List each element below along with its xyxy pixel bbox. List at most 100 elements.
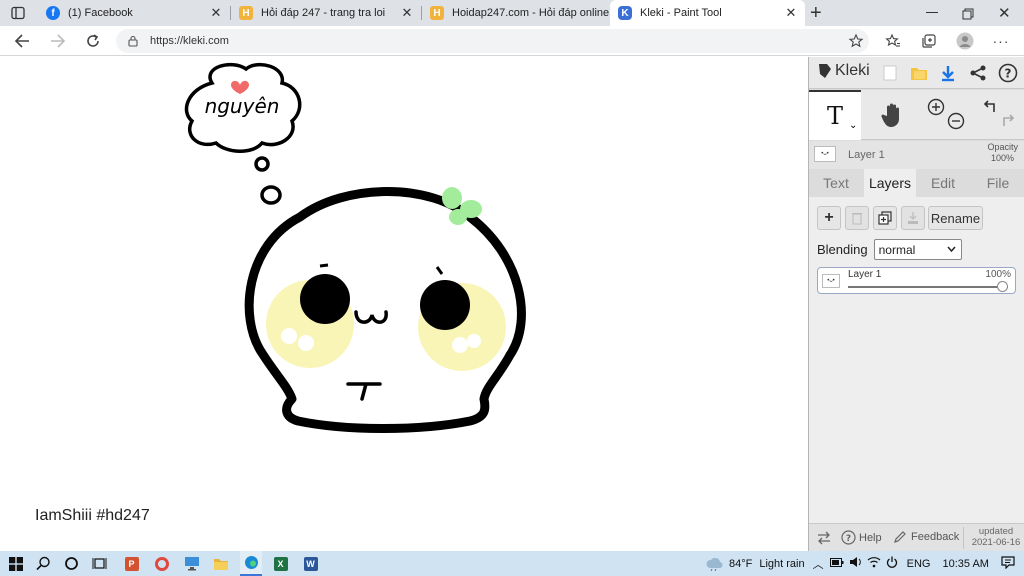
edge-browser-icon[interactable]	[240, 551, 262, 576]
new-tab-button[interactable]: +	[810, 2, 822, 25]
thought-dot	[260, 185, 282, 205]
text-tool-button[interactable]: T ⌄	[809, 90, 861, 140]
layer-opacity-slider[interactable]	[848, 281, 1008, 292]
clock-time[interactable]: 10:35 AM	[942, 558, 988, 570]
merge-layer-button[interactable]	[901, 206, 925, 230]
help-label: Help	[859, 531, 882, 544]
language-indicator[interactable]: ENG	[907, 558, 931, 570]
tab-edit[interactable]: Edit	[917, 169, 969, 197]
windows-start-icon[interactable]	[7, 555, 24, 572]
collections-icon[interactable]	[918, 30, 940, 52]
layers-panel: + Rename Blending normal •ᴗ• Layer 1 100…	[809, 197, 1024, 523]
zoom-in-icon[interactable]	[927, 98, 945, 116]
tab-file[interactable]: File	[971, 169, 1024, 197]
power-icon[interactable]	[886, 556, 898, 571]
app-icon[interactable]	[153, 555, 170, 572]
minimize-icon[interactable]	[926, 12, 938, 13]
close-tab-icon[interactable]: ✕	[208, 5, 224, 21]
speaker-icon[interactable]	[849, 556, 862, 571]
layer-item-thumbnail: •ᴗ•	[822, 274, 840, 288]
add-layer-button[interactable]: +	[817, 206, 841, 230]
undo-icon[interactable]	[981, 98, 999, 116]
swap-sides-icon[interactable]	[817, 531, 831, 545]
wifi-icon[interactable]	[867, 556, 881, 571]
powerpoint-icon[interactable]: P	[123, 555, 140, 572]
favorites-icon[interactable]	[882, 30, 904, 52]
rename-layer-button[interactable]: Rename	[928, 206, 983, 230]
excel-icon[interactable]: X	[272, 555, 289, 572]
weather-desc[interactable]: Light rain	[759, 558, 804, 570]
chevron-down-icon	[947, 246, 956, 253]
more-menu-icon[interactable]: ···	[990, 30, 1012, 52]
delete-layer-button[interactable]	[845, 206, 869, 230]
layer-item-opacity: 100%	[985, 269, 1011, 280]
chevron-down-icon[interactable]: ⌄	[849, 120, 857, 131]
slider-handle[interactable]	[997, 281, 1008, 292]
address-bar[interactable]: https://kleki.com	[116, 29, 869, 53]
footer-divider	[963, 527, 964, 549]
refresh-icon[interactable]	[82, 30, 104, 52]
download-icon[interactable]	[938, 63, 958, 83]
help-circle-icon[interactable]: ?	[998, 63, 1018, 83]
tab-layers[interactable]: Layers	[864, 169, 916, 197]
new-image-icon[interactable]	[880, 63, 900, 83]
battery-icon[interactable]	[829, 557, 844, 570]
feedback-button[interactable]: Feedback	[893, 530, 959, 544]
monitor-icon[interactable]	[183, 555, 200, 572]
weather-icon[interactable]	[705, 557, 723, 571]
blending-label: Blending	[817, 242, 868, 257]
tab-title: (1) Facebook	[68, 7, 133, 19]
notification-icon[interactable]	[1001, 555, 1015, 572]
pencil-icon	[894, 531, 906, 543]
tab-hoidap247[interactable]: H Hỏi đáp 247 - trang tra loi ✕	[231, 0, 421, 26]
blending-value: normal	[878, 242, 916, 257]
kleki-brand-name: Kleki	[835, 62, 870, 79]
tab-actions-icon[interactable]	[11, 6, 25, 20]
browser-tab-strip: f (1) Facebook ✕ H Hỏi đáp 247 - trang t…	[0, 0, 1024, 26]
profile-avatar[interactable]	[954, 30, 976, 52]
add-favorite-icon[interactable]	[848, 33, 864, 49]
tab-title: Hỏi đáp 247 - trang tra loi	[261, 7, 386, 19]
layer-thumbnail: •ᴗ•	[814, 146, 836, 162]
lock-icon[interactable]	[128, 35, 138, 47]
opacity-label: Opacity	[987, 142, 1018, 152]
tab-facebook[interactable]: f (1) Facebook ✕	[38, 0, 230, 26]
zoom-out-icon[interactable]	[947, 112, 965, 130]
restore-icon[interactable]	[962, 7, 974, 20]
drawing-canvas[interactable]: nguyên IamShiii #hd247	[0, 57, 808, 551]
hoidap-icon: H	[239, 6, 253, 20]
panel-tabs: Text Layers Edit File	[809, 169, 1024, 197]
share-icon[interactable]	[968, 63, 988, 83]
cortana-icon[interactable]	[63, 555, 80, 572]
current-layer-name: Layer 1	[848, 149, 885, 161]
close-window-icon[interactable]: ✕	[998, 4, 1011, 22]
trash-icon	[852, 213, 862, 225]
forward-icon[interactable]	[47, 30, 69, 52]
layer-list-item[interactable]: •ᴗ• Layer 1 100%	[817, 267, 1016, 294]
redo-icon[interactable]	[999, 112, 1017, 130]
undo-redo-buttons	[973, 90, 1023, 140]
merge-down-icon	[908, 212, 918, 224]
tab-kleki[interactable]: K Kleki - Paint Tool ✕	[610, 0, 805, 26]
browser-toolbar: https://kleki.com ···	[0, 26, 1024, 56]
close-tab-icon[interactable]: ✕	[783, 5, 799, 21]
kleki-top-bar: Kleki ?	[809, 57, 1024, 89]
chevron-up-icon[interactable]: ︿	[813, 556, 824, 572]
facebook-icon: f	[46, 6, 60, 20]
system-tray: 84°F Light rain ︿ ENG 10:35 AM	[705, 551, 1015, 576]
tab-text[interactable]: Text	[809, 169, 863, 197]
tab-hoidap247-online[interactable]: H Hoidap247.com - Hỏi đáp online	[422, 0, 610, 26]
kleki-brand[interactable]: Kleki	[817, 62, 870, 80]
open-folder-icon[interactable]	[909, 63, 929, 83]
weather-temp[interactable]: 84°F	[729, 558, 752, 570]
search-icon[interactable]	[35, 555, 52, 572]
word-icon[interactable]: W	[302, 555, 319, 572]
close-tab-icon[interactable]: ✕	[399, 5, 415, 21]
back-icon[interactable]	[11, 30, 33, 52]
hand-tool-button[interactable]	[867, 90, 917, 140]
duplicate-layer-button[interactable]	[873, 206, 897, 230]
blending-select[interactable]: normal	[873, 239, 962, 260]
help-button[interactable]: ? Help	[841, 530, 882, 545]
task-view-icon[interactable]	[91, 555, 108, 572]
file-explorer-icon[interactable]	[212, 555, 229, 572]
